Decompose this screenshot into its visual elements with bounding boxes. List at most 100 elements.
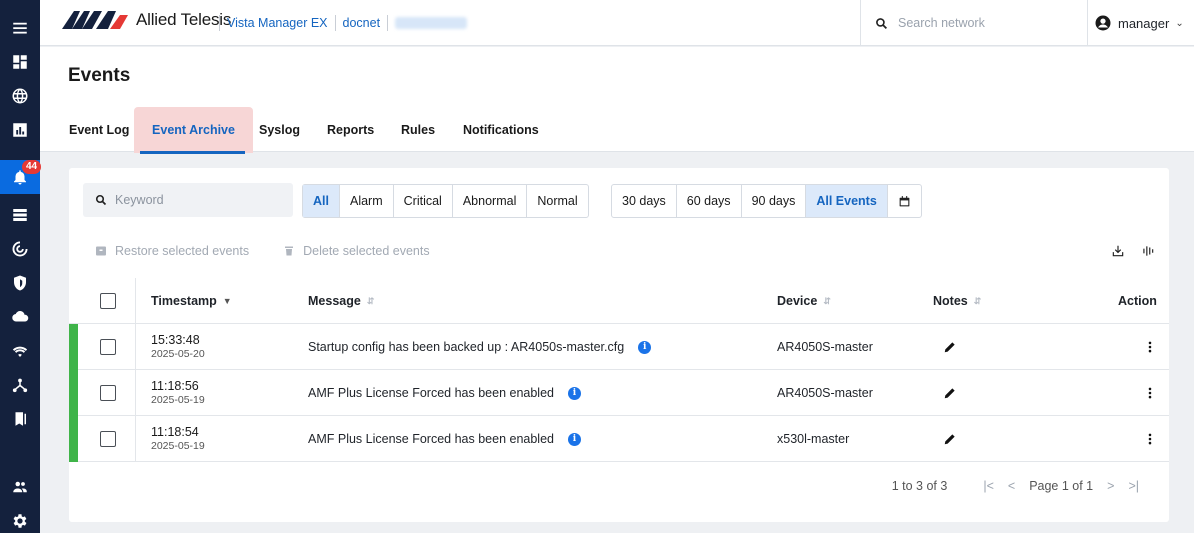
filter-normal[interactable]: Normal: [527, 185, 587, 217]
menu-icon[interactable]: [0, 11, 40, 45]
range-all-events[interactable]: All Events: [806, 185, 888, 217]
divider: [334, 15, 336, 31]
column-settings-icon[interactable]: [1141, 244, 1155, 258]
bookmark-icon[interactable]: [0, 402, 40, 436]
settings-gear-icon[interactable]: [0, 504, 40, 533]
tab-rules[interactable]: Rules: [395, 107, 441, 153]
last-page-icon[interactable]: >|: [1128, 479, 1139, 493]
divider: [387, 15, 389, 31]
sort-desc-icon: ▼: [222, 296, 232, 306]
range-30-days[interactable]: 30 days: [612, 185, 677, 217]
breadcrumb: Vista Manager EX docnet: [212, 15, 468, 31]
row-checkbox[interactable]: [100, 416, 116, 462]
row-actions-menu[interactable]: [1143, 324, 1157, 370]
more-vertical-icon: [1148, 341, 1152, 353]
header-message[interactable]: Message ⇵: [308, 278, 374, 324]
checkbox[interactable]: [100, 431, 116, 447]
dashboard-icon[interactable]: [0, 45, 40, 79]
brand-logo[interactable]: Allied Telesis: [62, 9, 231, 31]
checkbox[interactable]: [100, 293, 116, 309]
next-page-icon[interactable]: >: [1107, 479, 1114, 493]
header-device[interactable]: Device ⇵: [777, 278, 831, 324]
globe-icon[interactable]: [0, 79, 40, 113]
breadcrumb-network[interactable]: docnet: [343, 16, 381, 30]
tab-notifications[interactable]: Notifications: [457, 107, 545, 153]
filter-alarm[interactable]: Alarm: [340, 185, 394, 217]
header-notes[interactable]: Notes ⇵: [933, 278, 981, 324]
chart-icon[interactable]: [0, 113, 40, 147]
header-message-label: Message: [308, 294, 361, 308]
pencil-icon: [944, 342, 955, 353]
page-title: Events: [68, 65, 131, 86]
sort-icon: ⇵: [823, 295, 831, 306]
shield-icon[interactable]: [0, 266, 40, 300]
tab-reports[interactable]: Reports: [321, 107, 380, 153]
timestamp-cell: 11:18:56 2025-05-19: [151, 370, 205, 416]
top-bar: Allied Telesis Vista Manager EX docnet S…: [40, 0, 1194, 46]
keyword-input[interactable]: Keyword: [115, 193, 164, 207]
sort-icon: ⇵: [366, 295, 375, 306]
tab-syslog[interactable]: Syslog: [253, 107, 306, 153]
checkbox[interactable]: [100, 385, 116, 401]
table-row[interactable]: 11:18:56 2025-05-19 AMF Plus License For…: [69, 370, 1169, 416]
wifi-icon[interactable]: [0, 334, 40, 368]
more-vertical-icon: [1148, 433, 1152, 445]
alarm-bell-icon[interactable]: 44: [0, 160, 42, 194]
row-checkbox[interactable]: [100, 324, 116, 370]
select-all-checkbox[interactable]: [100, 278, 116, 324]
bulk-actions: Restore selected events Delete selected …: [95, 244, 464, 258]
status-indicator: [69, 324, 78, 370]
first-page-icon[interactable]: |<: [983, 479, 994, 493]
row-actions-menu[interactable]: [1143, 416, 1157, 462]
event-date: 2025-05-20: [151, 348, 205, 360]
info-icon[interactable]: i: [567, 432, 581, 446]
download-icon[interactable]: [1111, 244, 1125, 258]
radar-icon[interactable]: [0, 232, 40, 266]
device-cell: AR4050S-master: [777, 340, 873, 354]
users-icon[interactable]: [0, 470, 40, 504]
row-checkbox[interactable]: [100, 370, 116, 416]
list-icon[interactable]: [0, 198, 40, 232]
restore-selected-button[interactable]: Restore selected events: [95, 244, 249, 258]
edit-note-button[interactable]: [943, 416, 957, 462]
event-time: 11:18:56: [151, 379, 199, 393]
keyword-search[interactable]: Keyword: [83, 183, 293, 217]
message-cell: AMF Plus License Forced has been enabled…: [308, 416, 581, 462]
tab-event-log[interactable]: Event Log: [63, 107, 135, 153]
network-search[interactable]: Search network: [860, 0, 1088, 46]
header-action: Action: [1118, 294, 1157, 308]
edit-note-button[interactable]: [943, 324, 957, 370]
header-timestamp[interactable]: Timestamp ▼: [151, 278, 232, 324]
filter-critical[interactable]: Critical: [394, 185, 453, 217]
breadcrumb-app[interactable]: Vista Manager EX: [227, 16, 328, 30]
topology-icon[interactable]: [0, 368, 40, 402]
status-indicator: [69, 370, 78, 416]
header-notes-label: Notes: [933, 294, 968, 308]
search-input[interactable]: Search network: [898, 16, 985, 30]
table-row[interactable]: 11:18:54 2025-05-19 AMF Plus License For…: [69, 416, 1169, 462]
info-icon[interactable]: i: [567, 386, 581, 400]
edit-note-button[interactable]: [943, 370, 957, 416]
range-60-days[interactable]: 60 days: [677, 185, 742, 217]
event-date: 2025-05-19: [151, 440, 205, 452]
cloud-icon[interactable]: [0, 300, 40, 334]
event-message: Startup config has been backed up : AR40…: [308, 340, 625, 354]
calendar-button[interactable]: [888, 185, 921, 217]
prev-page-icon[interactable]: <: [1008, 479, 1015, 493]
info-icon[interactable]: i: [638, 340, 652, 354]
delete-selected-button[interactable]: Delete selected events: [283, 244, 430, 258]
row-actions-menu[interactable]: [1143, 370, 1157, 416]
column-divider: [135, 324, 136, 369]
checkbox[interactable]: [100, 339, 116, 355]
user-menu[interactable]: manager ⌄: [1094, 0, 1184, 46]
events-card: Keyword All Alarm Critical Abnormal Norm…: [69, 168, 1169, 522]
filter-all[interactable]: All: [303, 185, 340, 217]
breadcrumb-redacted[interactable]: [395, 17, 468, 29]
tab-event-archive[interactable]: Event Archive: [134, 107, 253, 154]
table-row[interactable]: 15:33:48 2025-05-20 Startup config has b…: [69, 324, 1169, 370]
pagination-summary: 1 to 3 of 3: [891, 479, 948, 493]
timestamp-cell: 15:33:48 2025-05-20: [151, 324, 205, 370]
filter-abnormal[interactable]: Abnormal: [453, 185, 528, 217]
pencil-icon: [944, 434, 955, 445]
range-90-days[interactable]: 90 days: [742, 185, 807, 217]
